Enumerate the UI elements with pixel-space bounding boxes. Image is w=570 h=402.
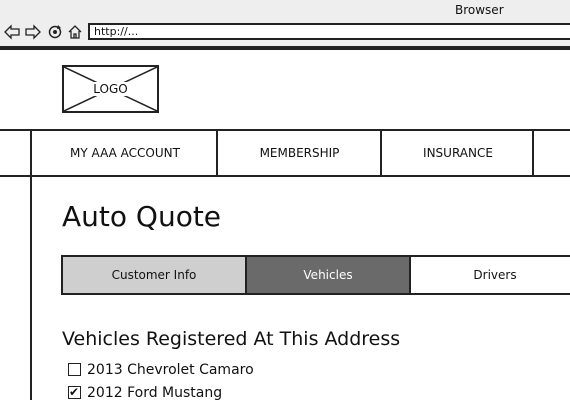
tab-vehicles[interactable]: Vehicles [245,257,411,293]
forward-arrow-icon[interactable] [25,24,41,40]
vehicle-label: 2012 Ford Mustang [87,385,223,401]
tab-drivers[interactable]: Drivers [411,257,570,293]
vehicle-item[interactable]: 2013 Chevrolet Camaro [68,361,254,379]
nav-item-membership[interactable]: MEMBERSHIP [216,131,381,175]
nav-item-insurance[interactable]: INSURANCE [380,131,534,175]
content-left-border [30,177,32,400]
quote-steps-tabs: Customer Info Vehicles Drivers [61,255,570,295]
logo[interactable]: LOGO [62,65,159,113]
browser-toolbar: http://... [0,20,570,46]
page-title: Auto Quote [62,200,222,233]
main-nav: MY AAA ACCOUNT MEMBERSHIP INSURANCE [0,129,570,177]
nav-item-more[interactable] [532,131,570,175]
vehicle-label: 2013 Chevrolet Camaro [87,362,254,378]
nav-item-my-aaa-account[interactable]: MY AAA ACCOUNT [30,131,218,175]
vehicles-heading: Vehicles Registered At This Address [62,328,401,350]
refresh-icon[interactable] [47,24,63,40]
header-divider [0,46,570,50]
back-arrow-icon[interactable] [4,24,20,40]
logo-label: LOGO [92,82,129,96]
home-icon[interactable] [67,24,83,40]
browser-title: Browser [455,3,504,17]
vehicle-item[interactable]: 2012 Ford Mustang [68,383,223,402]
address-bar[interactable]: http://... [88,23,570,40]
checkbox-icon[interactable] [68,362,81,376]
tab-customer-info[interactable]: Customer Info [63,257,245,293]
browser-titlebar: Browser [0,0,570,20]
checkbox-checked-icon[interactable] [68,383,81,401]
